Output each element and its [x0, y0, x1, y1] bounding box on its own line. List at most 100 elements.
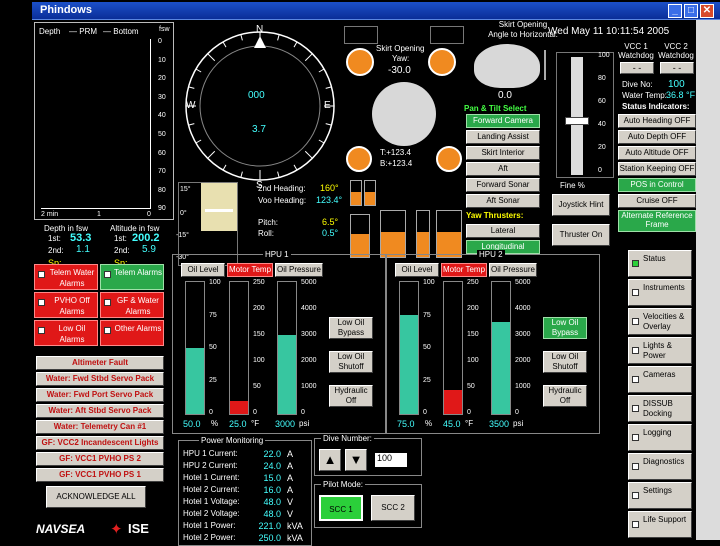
hpu1-hydraulic-off-button[interactable]: Hydraulic Off — [329, 385, 373, 407]
pan-tilt-landing-assist-button[interactable]: Landing Assist — [466, 130, 540, 144]
close-button[interactable]: ✕ — [700, 4, 714, 18]
nav-status-button[interactable]: Status — [628, 250, 692, 277]
pan-tilt-forward-camera-button[interactable]: Forward Camera — [466, 114, 540, 128]
yaw-lateral-button[interactable]: Lateral — [466, 224, 540, 238]
alarm-grid-label-2: PVHO Off Alarms — [54, 296, 90, 316]
nav-radio-0[interactable] — [632, 260, 639, 267]
hpu2-hydraulic-off-button[interactable]: Hydraulic Off — [543, 385, 587, 407]
status-5[interactable]: Cruise OFF — [618, 194, 696, 208]
maximize-button[interactable]: □ — [684, 4, 698, 18]
thruster-bar-4 — [350, 214, 370, 258]
alarm-item-3[interactable]: Water: Aft Stbd Servo Pack — [36, 404, 164, 418]
fine-slider-thumb[interactable] — [565, 117, 589, 125]
hpu2-tick-2-3: 2000 — [515, 357, 531, 364]
alarm-grid-radio-3[interactable] — [104, 299, 111, 306]
nav-radio-8[interactable] — [632, 492, 639, 499]
alarm-grid-1[interactable]: Telem Alarms — [100, 264, 164, 290]
hpu2-low-oil-bypass-button[interactable]: Low Oil Bypass — [543, 317, 587, 339]
hpu1-panel: HPU 1 Oil Level Motor Temp Oil Pressure 100 7… — [172, 250, 386, 434]
nav-velocities-overlay-button[interactable]: Velocities & Overlay — [628, 308, 692, 335]
nav-label-9: Life Support — [643, 515, 687, 524]
power-row-unit-4: V — [287, 497, 294, 507]
nav-label-6: Logging — [643, 428, 672, 437]
alarm-grid-radio-4[interactable] — [38, 327, 45, 334]
alarm-grid-2[interactable]: PVHO Off Alarms — [34, 292, 98, 318]
nav-radio-7[interactable] — [632, 463, 639, 470]
dive-down-button[interactable]: ▼ — [345, 449, 367, 471]
alarm-item-4[interactable]: Water: Telemetry Can #1 — [36, 420, 164, 434]
nav-diagnostics-button[interactable]: Diagnostics — [628, 453, 692, 480]
nav-cameras-button[interactable]: Cameras — [628, 366, 692, 393]
alarm-grid-radio-2[interactable] — [38, 299, 45, 306]
hpu2-oil-level-tab[interactable]: Oil Level — [395, 263, 439, 277]
hpu1-low-oil-shutoff-button[interactable]: Low Oil Shutoff — [329, 351, 373, 373]
alarm-grid-radio-5[interactable] — [104, 327, 111, 334]
alarm-grid-radio-1[interactable] — [104, 271, 111, 278]
minimize-button[interactable]: _ — [668, 4, 682, 18]
alarm-grid-5[interactable]: Other Alarms — [100, 320, 164, 346]
nav-radio-5[interactable] — [632, 405, 639, 412]
right-scrollbar[interactable] — [696, 20, 720, 540]
nav-radio-3[interactable] — [632, 347, 639, 354]
alarm-item-6[interactable]: GF: VCC1 PVHO PS 2 — [36, 452, 164, 466]
scc1-button[interactable]: SCC 1 — [319, 495, 363, 521]
hpu2-press-value: 3500 — [489, 419, 510, 429]
status-1[interactable]: Auto Depth OFF — [618, 130, 696, 144]
pan-tilt-forward-sonar-button[interactable]: Forward Sonar — [466, 178, 540, 192]
hpu2-low-oil-shutoff-button[interactable]: Low Oil Shutoff — [543, 351, 587, 373]
hpu1-oil-pressure-tab[interactable]: Oil Pressure — [275, 263, 323, 277]
pan-tilt-aft-sonar-button[interactable]: Aft Sonar — [466, 194, 540, 208]
status-2[interactable]: Auto Altitude OFF — [618, 146, 696, 160]
acknowledge-all-button[interactable]: ACKNOWLEDGE ALL — [46, 486, 146, 508]
nav-radio-6[interactable] — [632, 434, 639, 441]
alarm-grid-4[interactable]: Low Oil Alarms — [34, 320, 98, 346]
alarm-item-2[interactable]: Water: Fwd Port Servo Pack — [36, 388, 164, 402]
nav-radio-4[interactable] — [632, 376, 639, 383]
status-0[interactable]: Auto Heading OFF — [618, 114, 696, 128]
nav-instruments-button[interactable]: Instruments — [628, 279, 692, 306]
hpu2-gauge-1 — [443, 281, 463, 415]
hpu2-motor-temp-tab[interactable]: Motor Temp — [441, 263, 487, 277]
skirt-pos-b: B:+123.4 — [380, 159, 413, 168]
alarm-item-1[interactable]: Water: Fwd Stbd Servo Pack — [36, 372, 164, 386]
alarm-grid-radio-0[interactable] — [38, 271, 45, 278]
alarm-item-5[interactable]: GF: VCC2 Incandescent Lights — [36, 436, 164, 450]
dive-up-button[interactable]: ▲ — [319, 449, 341, 471]
scc2-button[interactable]: SCC 2 — [371, 495, 415, 521]
status-6[interactable]: Alternate Reference Frame — [618, 210, 696, 232]
status-3[interactable]: Station Keeping OFF — [618, 162, 696, 176]
status-4[interactable]: POS in Control — [618, 178, 696, 192]
nav-radio-2[interactable] — [632, 318, 639, 325]
dive-number-panel: Dive Number: ▲ ▼ 100 — [314, 434, 422, 476]
nav-settings-button[interactable]: Settings — [628, 482, 692, 509]
hpu1-low-oil-bypass-button[interactable]: Low Oil Bypass — [329, 317, 373, 339]
depth-y-tick-3: 30 — [158, 93, 166, 101]
hpu1-gauge-fill-2 — [278, 334, 296, 414]
nav-radio-1[interactable] — [632, 289, 639, 296]
nav-dissub-docking-button[interactable]: DISSUB Docking — [628, 395, 692, 422]
nav-life-support-button[interactable]: Life Support — [628, 511, 692, 538]
pan-tilt-aft-button[interactable]: Aft — [466, 162, 540, 176]
fine-slider[interactable] — [556, 52, 614, 178]
nav-logging-button[interactable]: Logging — [628, 424, 692, 451]
joystick-hint-button[interactable]: Joystick Hint — [552, 194, 610, 216]
hpu1-motor-temp-tab[interactable]: Motor Temp — [227, 263, 273, 277]
alarm-item-0[interactable]: Altimeter Fault — [36, 356, 164, 370]
hpu2-oil-pressure-tab[interactable]: Oil Pressure — [489, 263, 537, 277]
pitch-label: Pitch: — [258, 218, 279, 227]
nav-radio-9[interactable] — [632, 521, 639, 528]
thruster-on-button[interactable]: Thruster On — [552, 224, 610, 246]
skirt-yaw-left-icon — [346, 48, 374, 76]
hpu1-oil-level-tab[interactable]: Oil Level — [181, 263, 225, 277]
hpu1-press-value: 3000 — [275, 419, 296, 429]
pan-tilt-skirt-interior-button[interactable]: Skirt Interior — [466, 146, 540, 160]
skirt-yaw-label-1: Skirt Opening — [376, 44, 425, 53]
alarm-grid-3[interactable]: GF & Water Alarms — [100, 292, 164, 318]
alt-2nd-label: 2nd: — [114, 246, 130, 255]
fine-tick-2: 60 — [598, 98, 606, 105]
nav-lights-power-button[interactable]: Lights & Power — [628, 337, 692, 364]
alarm-item-7[interactable]: GF: VCC1 PVHO PS 1 — [36, 468, 164, 482]
alarm-grid-0[interactable]: Telem Water Alarms — [34, 264, 98, 290]
nav-label-7: Diagnostics — [643, 457, 685, 466]
dive-number-input[interactable]: 100 — [375, 453, 407, 467]
